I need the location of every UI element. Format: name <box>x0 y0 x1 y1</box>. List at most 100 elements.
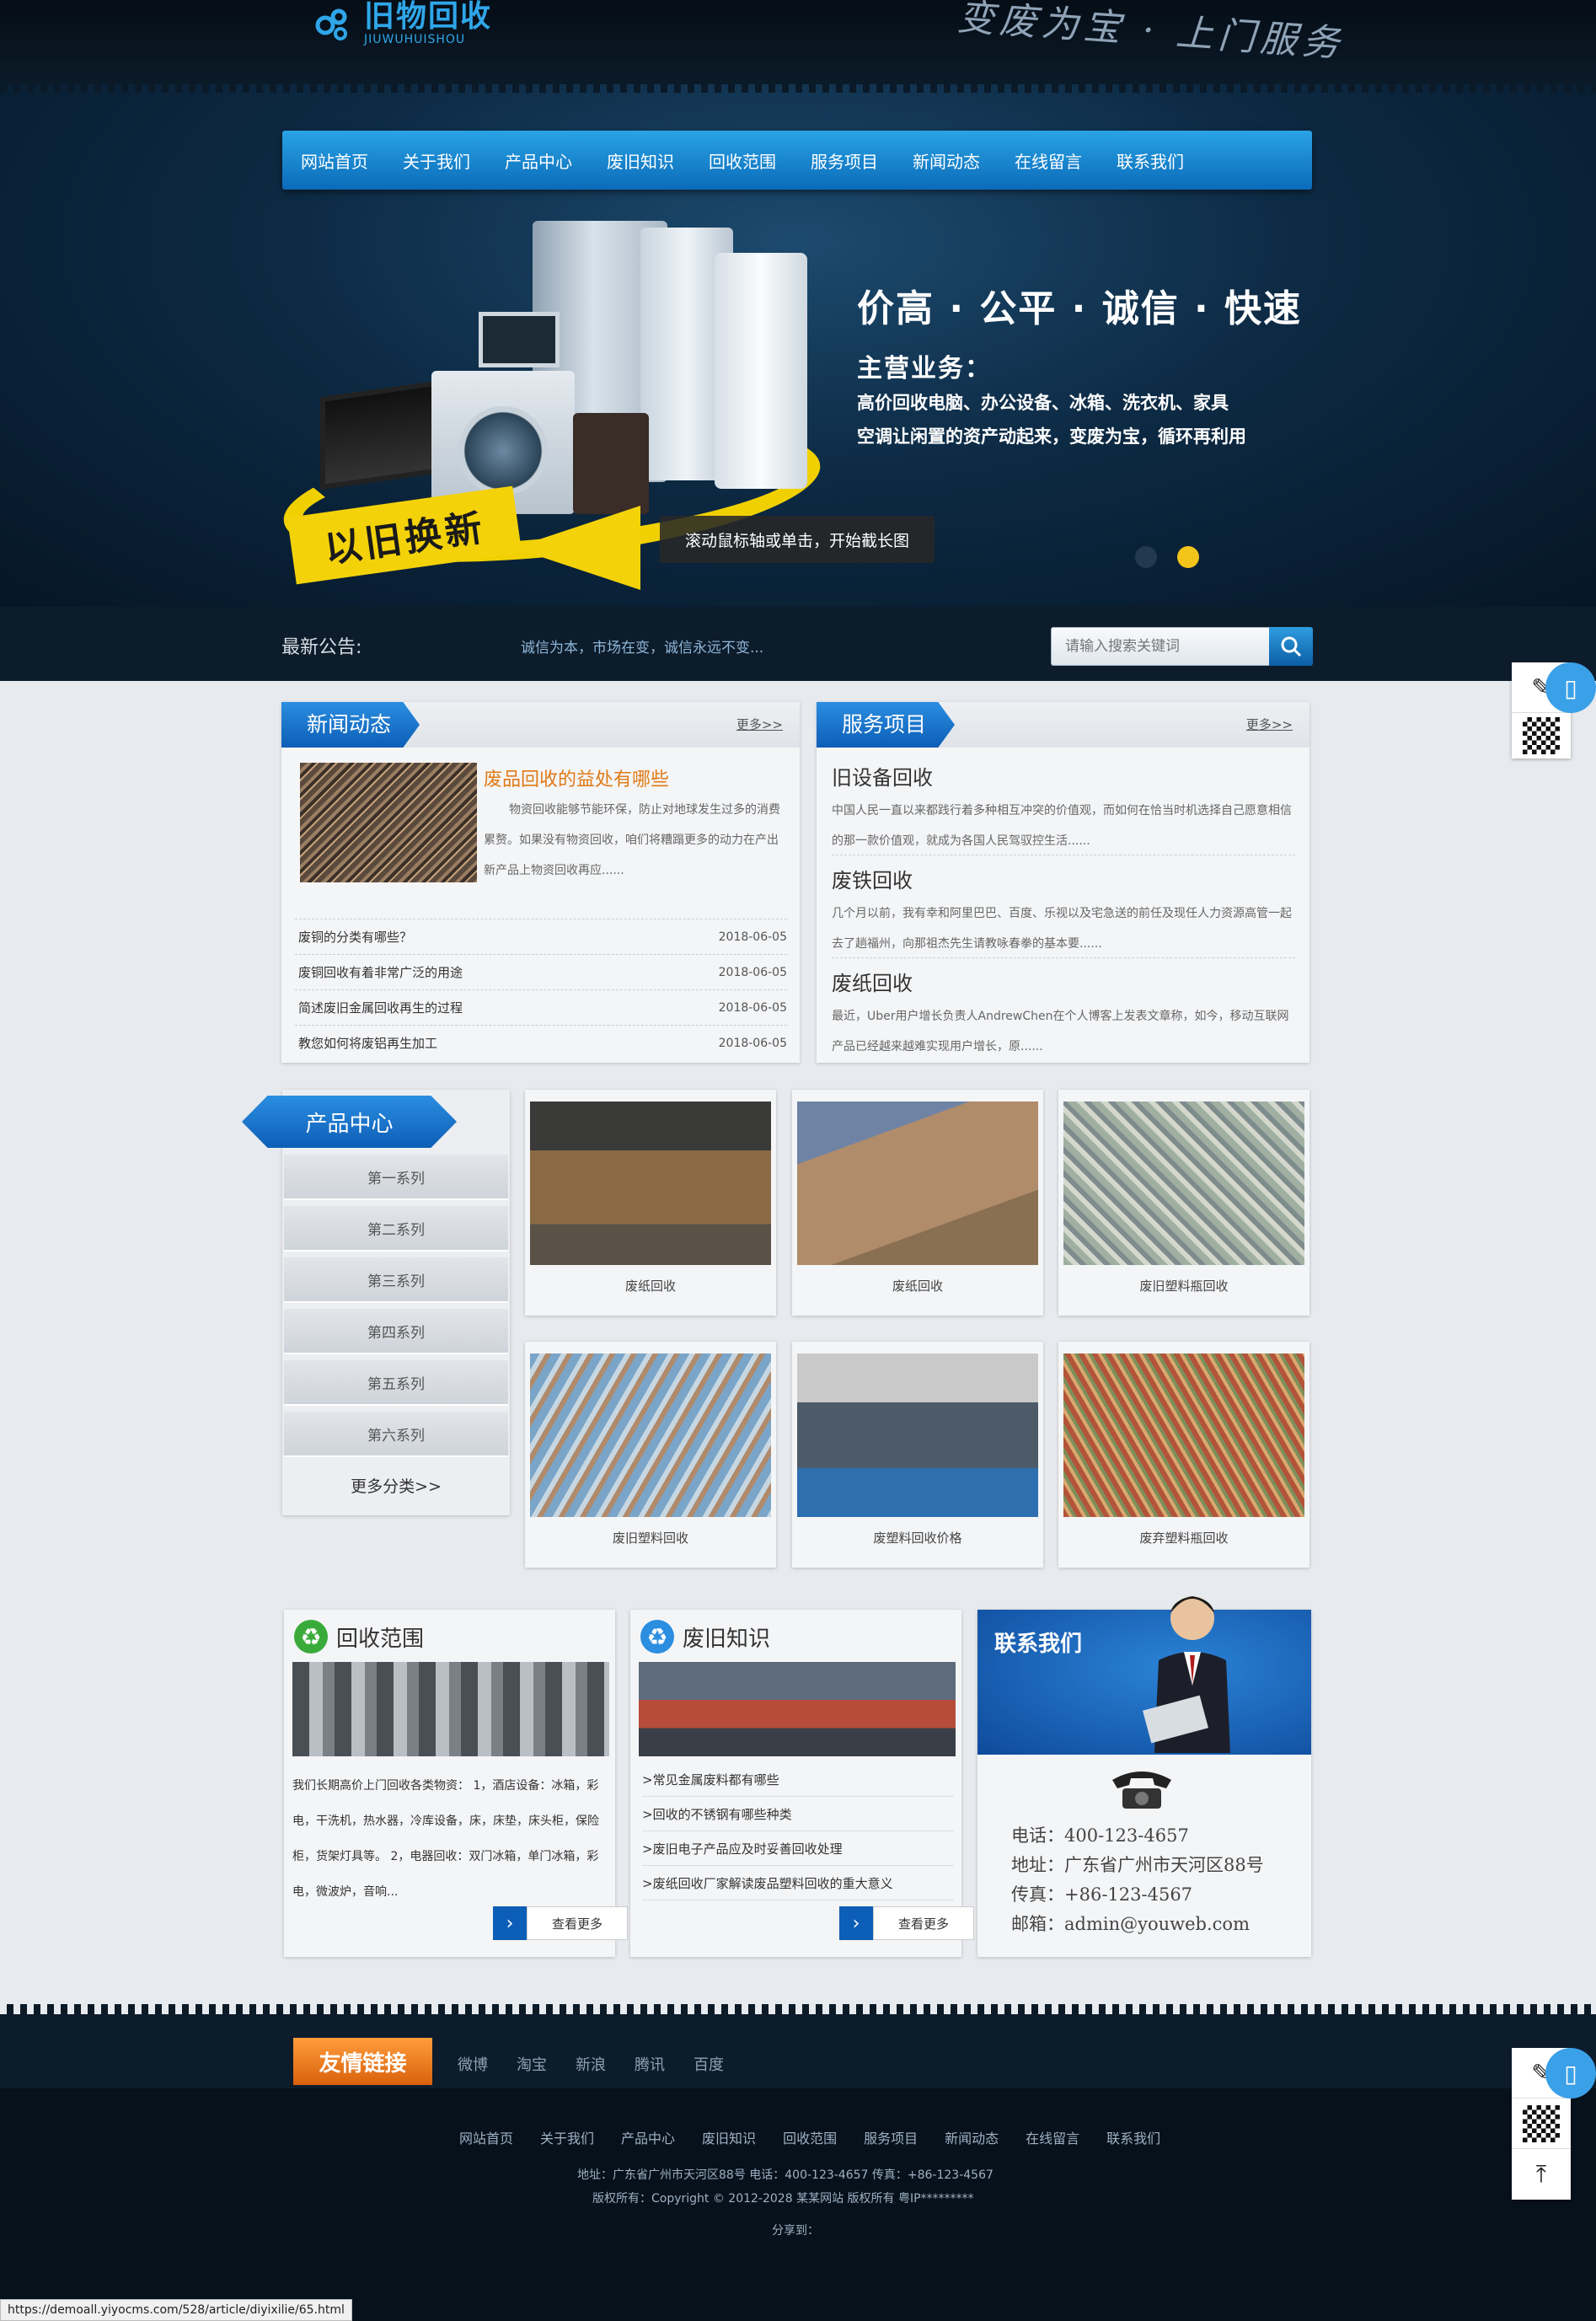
product-caption[interactable]: 废纸回收 <box>525 1277 776 1295</box>
category-item[interactable]: 第一系列 <box>284 1155 508 1200</box>
footer-nav-item[interactable]: 联系我们 <box>1106 2127 1160 2147</box>
footer-nav-item[interactable]: 回收范围 <box>783 2127 837 2147</box>
product-image[interactable] <box>1063 1353 1304 1517</box>
product-image[interactable] <box>797 1353 1038 1517</box>
news-list-item[interactable]: 废铜回收有着非常广泛的用途 2018-06-05 <box>295 954 787 989</box>
knowledge-link[interactable]: >常见金属废料都有哪些 <box>642 1763 954 1797</box>
product-card[interactable]: 废纸回收 <box>792 1090 1043 1316</box>
product-image[interactable] <box>530 1102 771 1265</box>
footer-nav-item[interactable]: 在线留言 <box>1026 2127 1079 2147</box>
product-caption[interactable]: 废弃塑料瓶回收 <box>1058 1529 1309 1546</box>
product-caption[interactable]: 废旧塑料瓶回收 <box>1058 1277 1309 1295</box>
telephone-icon <box>1112 1772 1171 1809</box>
mobile-phone-icon[interactable]: ▯ <box>1545 662 1596 713</box>
service-item-title[interactable]: 废纸回收 <box>832 967 1295 996</box>
nav-message[interactable]: 在线留言 <box>1015 148 1117 173</box>
scope-more-button[interactable]: › 查看更多 <box>493 1906 628 1940</box>
banner-line-1: 高价回收电脑、办公设备、冰箱、洗衣机、家具 <box>857 393 1229 413</box>
news-item-date: 2018-06-05 <box>718 1000 787 1015</box>
friend-link[interactable]: 淘宝 <box>517 2053 547 2075</box>
product-caption[interactable]: 废纸回收 <box>792 1277 1043 1295</box>
category-more-link[interactable]: 更多分类>> <box>284 1464 508 1506</box>
qr-code-button[interactable] <box>1512 2099 1571 2149</box>
search-input[interactable] <box>1051 627 1270 666</box>
news-list-item[interactable]: 废铜的分类有哪些？ 2018-06-05 <box>295 919 787 954</box>
category-item[interactable]: 第三系列 <box>284 1257 508 1303</box>
service-item-title[interactable]: 废铁回收 <box>832 864 1295 893</box>
nav-about[interactable]: 关于我们 <box>403 148 505 173</box>
news-more-link[interactable]: 更多>> <box>736 716 783 733</box>
header-divider <box>0 84 1596 93</box>
slide-dot-2[interactable] <box>1177 546 1199 568</box>
banner-laptop-image <box>479 312 560 367</box>
notice-text[interactable]: 诚信为本，市场在变，诚信永远不变... <box>521 635 763 657</box>
news-item-date: 2018-06-05 <box>718 1036 787 1050</box>
chevron-right-icon: › <box>839 1906 873 1940</box>
businessman-image <box>1143 1596 1230 1753</box>
category-item[interactable]: 第四系列 <box>284 1309 508 1354</box>
friend-link[interactable]: 微博 <box>458 2053 488 2075</box>
service-panel: 服务项目 更多>> 旧设备回收 中国人民一直以来都践行着多种相互冲突的价值观，而… <box>817 702 1309 1063</box>
footer-nav-item[interactable]: 关于我们 <box>540 2127 594 2147</box>
news-item-title[interactable]: 废铜的分类有哪些？ <box>298 928 412 946</box>
news-item-title[interactable]: 废铜回收有着非常广泛的用途 <box>298 963 463 981</box>
nav-services[interactable]: 服务项目 <box>811 148 913 173</box>
category-item[interactable]: 第五系列 <box>284 1360 508 1406</box>
logo-text-cn: 旧物回收 <box>364 0 493 34</box>
back-to-top-icon[interactable]: ⤒ <box>1512 2149 1571 2200</box>
footer-nav-item[interactable]: 服务项目 <box>864 2127 918 2147</box>
footer-nav-item[interactable]: 废旧知识 <box>702 2127 756 2147</box>
recycle-scope-block: ♻ 回收范围 我们长期高价上门回收各类物资： 1，酒店设备：冰箱，彩电，干洗机，… <box>284 1610 628 1957</box>
logo-icon <box>315 8 347 40</box>
slide-dot-1[interactable] <box>1135 546 1157 568</box>
site-logo[interactable]: 旧物回收 JIUWUHUISHOU <box>312 0 492 47</box>
qr-code-icon <box>1523 717 1560 754</box>
nav-news[interactable]: 新闻动态 <box>913 148 1015 173</box>
service-more-link[interactable]: 更多>> <box>1246 716 1293 733</box>
product-caption[interactable]: 废塑料回收价格 <box>792 1529 1043 1546</box>
category-item[interactable]: 第六系列 <box>284 1412 508 1457</box>
banner-business-title: 主营业务： <box>857 354 992 383</box>
product-image[interactable] <box>530 1353 771 1517</box>
friend-links-title: 友情链接 <box>293 2038 432 2085</box>
news-list-item[interactable]: 教您如何将废铝再生加工 2018-06-05 <box>295 1025 787 1060</box>
service-item-title[interactable]: 旧设备回收 <box>832 761 1295 791</box>
search-button[interactable] <box>1269 627 1313 666</box>
product-card[interactable]: 废纸回收 <box>525 1090 776 1316</box>
nav-products[interactable]: 产品中心 <box>505 148 607 173</box>
qr-code-button[interactable] <box>1512 713 1571 758</box>
product-card[interactable]: 废弃塑料瓶回收 <box>1058 1342 1309 1568</box>
knowledge-link[interactable]: >回收的不锈钢有哪些种类 <box>642 1798 954 1831</box>
scope-title: 回收范围 <box>336 1626 425 1652</box>
scope-more-label[interactable]: 查看更多 <box>527 1906 628 1940</box>
news-item-title[interactable]: 简述废旧金属回收再生的过程 <box>298 999 463 1016</box>
footer-nav-item[interactable]: 网站首页 <box>459 2127 513 2147</box>
product-card[interactable]: 废旧塑料瓶回收 <box>1058 1090 1309 1316</box>
knowledge-link[interactable]: >废旧电子产品应及时妥善回收处理 <box>642 1832 954 1866</box>
product-card[interactable]: 废塑料回收价格 <box>792 1342 1043 1568</box>
product-caption[interactable]: 废旧塑料回收 <box>525 1529 776 1546</box>
news-item-title[interactable]: 教您如何将废铝再生加工 <box>298 1034 437 1052</box>
product-card[interactable]: 废旧塑料回收 <box>525 1342 776 1568</box>
news-list-item[interactable]: 简述废旧金属回收再生的过程 2018-06-05 <box>295 989 787 1025</box>
footer-nav-item[interactable]: 新闻动态 <box>945 2127 999 2147</box>
knowledge-more-button[interactable]: › 查看更多 <box>839 1906 974 1940</box>
friend-link[interactable]: 腾讯 <box>635 2053 665 2075</box>
knowledge-title: 废旧知识 <box>683 1626 771 1652</box>
friend-link[interactable]: 新浪 <box>576 2053 606 2075</box>
nav-knowledge[interactable]: 废旧知识 <box>607 148 709 173</box>
nav-home[interactable]: 网站首页 <box>301 148 403 173</box>
nav-contact[interactable]: 联系我们 <box>1117 148 1218 173</box>
knowledge-more-label[interactable]: 查看更多 <box>873 1906 974 1940</box>
friend-link[interactable]: 百度 <box>694 2053 724 2075</box>
news-featured-image[interactable] <box>300 763 477 882</box>
knowledge-image <box>639 1662 956 1756</box>
nav-scope[interactable]: 回收范围 <box>709 148 811 173</box>
news-featured-title[interactable]: 废品回收的益处有哪些 <box>484 764 669 791</box>
product-image[interactable] <box>1063 1102 1304 1265</box>
mobile-phone-icon[interactable]: ▯ <box>1545 2048 1596 2099</box>
product-image[interactable] <box>797 1102 1038 1265</box>
footer-nav-item[interactable]: 产品中心 <box>621 2127 675 2147</box>
category-item[interactable]: 第二系列 <box>284 1206 508 1252</box>
knowledge-link[interactable]: >废纸回收厂家解读废品塑料回收的重大意义 <box>642 1867 954 1900</box>
